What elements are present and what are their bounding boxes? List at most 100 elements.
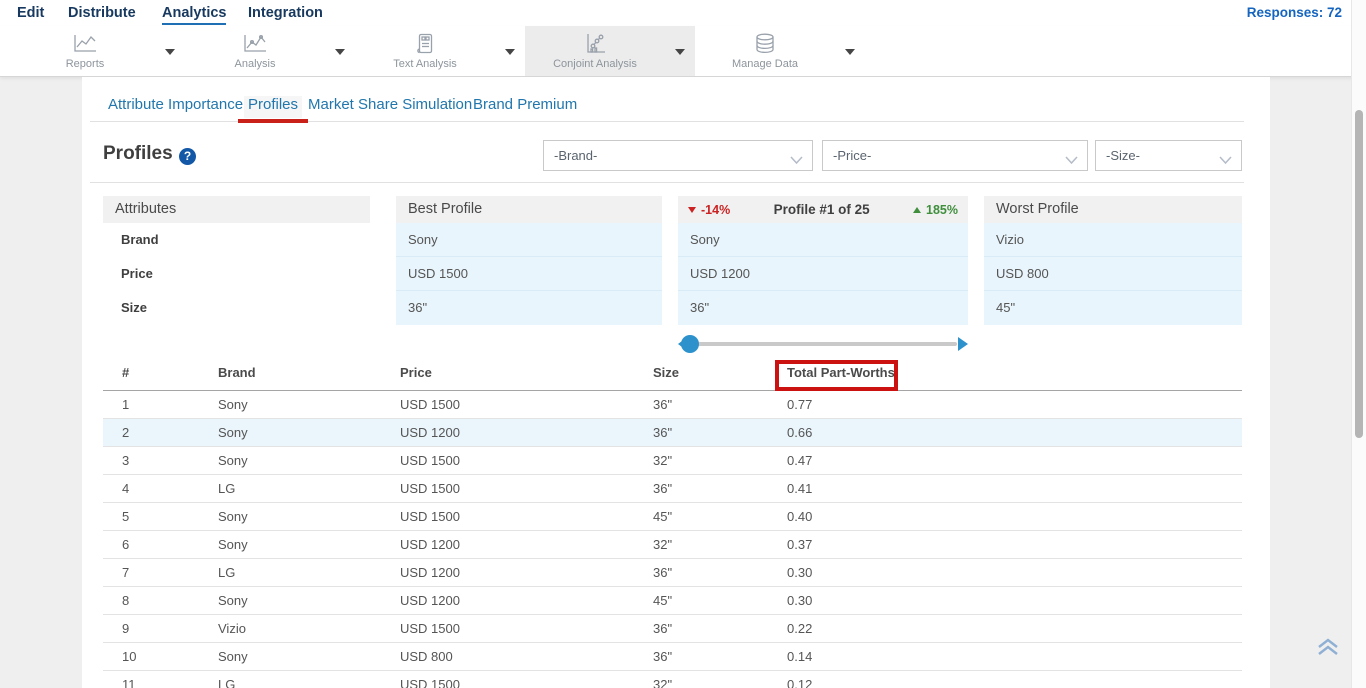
best-profile-card: Best Profile Sony USD 1500 36" — [396, 196, 662, 325]
table-cell: 0.66 — [787, 419, 812, 446]
size-filter-dropdown[interactable]: -Size- — [1095, 140, 1242, 171]
table-cell: USD 1500 — [400, 615, 460, 642]
vertical-scrollbar-thumb[interactable] — [1355, 110, 1363, 438]
table-cell: 0.30 — [787, 587, 812, 614]
nav-item-edit[interactable]: Edit — [17, 5, 44, 21]
text-analysis-document-icon — [355, 33, 495, 60]
table-cell: Vizio — [218, 615, 246, 642]
brand-filter-value: -Brand- — [554, 141, 597, 170]
text-analysis-dropdown-caret-icon[interactable] — [505, 49, 515, 55]
profiles-table-body: 1SonyUSD 150036"0.772SonyUSD 120036"0.66… — [103, 391, 1242, 688]
toolbar-item-label: Analysis — [185, 58, 325, 70]
slider-handle[interactable] — [681, 335, 699, 353]
table-cell: 32" — [653, 531, 672, 558]
table-row[interactable]: 5SonyUSD 150045"0.40 — [103, 503, 1242, 531]
better-than-worst-badge: 185% — [913, 203, 958, 217]
chevron-down-icon — [1065, 152, 1078, 170]
worst-profile-card: Worst Profile Vizio USD 800 45" — [984, 196, 1242, 325]
table-row[interactable]: 4LGUSD 150036"0.41 — [103, 475, 1242, 503]
tab-market-share-simulation[interactable]: Market Share Simulation — [308, 96, 472, 118]
slider-track[interactable] — [686, 342, 957, 346]
table-row[interactable]: 10SonyUSD 80036"0.14 — [103, 643, 1242, 671]
toolbar-item-analysis[interactable]: Analysis — [185, 26, 355, 76]
database-icon — [695, 33, 835, 60]
reports-dropdown-caret-icon[interactable] — [165, 49, 175, 55]
worst-profile-size: 45" — [984, 291, 1242, 325]
scroll-to-top-button[interactable] — [1316, 637, 1342, 663]
main-nav: Edit Distribute Analytics Integration Re… — [0, 0, 1366, 26]
tab-profiles[interactable]: Profiles — [244, 96, 302, 118]
price-filter-dropdown[interactable]: -Price- — [822, 140, 1088, 171]
double-chevron-up-icon — [1316, 637, 1340, 659]
chevron-down-icon — [1219, 152, 1232, 170]
table-cell: 36" — [653, 419, 672, 446]
table-row[interactable]: 1SonyUSD 150036"0.77 — [103, 391, 1242, 419]
help-icon[interactable]: ? — [179, 148, 196, 165]
analytics-toolbar: Reports Analysis Text — [0, 26, 1366, 77]
worse-than-best-badge: -14% — [688, 203, 730, 217]
toolbar-item-manage-data[interactable]: Manage Data — [695, 26, 865, 76]
responses-count[interactable]: Responses: 72 — [1247, 5, 1342, 20]
nav-item-analytics[interactable]: Analytics — [162, 5, 226, 25]
table-row[interactable]: 7LGUSD 120036"0.30 — [103, 559, 1242, 587]
table-row[interactable]: 2SonyUSD 120036"0.66 — [103, 419, 1242, 447]
toolbar-item-reports[interactable]: Reports — [15, 26, 185, 76]
table-cell: USD 1500 — [400, 671, 460, 688]
toolbar-item-text-analysis[interactable]: Text Analysis — [355, 26, 525, 76]
conjoint-dropdown-caret-icon[interactable] — [675, 49, 685, 55]
profile-slider[interactable] — [678, 334, 968, 354]
table-cell: 0.37 — [787, 531, 812, 558]
table-cell: 1 — [122, 391, 129, 418]
table-row[interactable]: 6SonyUSD 120032"0.37 — [103, 531, 1242, 559]
vertical-scrollbar-track[interactable] — [1351, 0, 1366, 688]
table-cell: 45" — [653, 503, 672, 530]
nav-item-integration[interactable]: Integration — [248, 5, 323, 21]
attribute-label-price: Price — [103, 257, 370, 291]
table-cell: 32" — [653, 447, 672, 474]
nav-item-distribute[interactable]: Distribute — [68, 5, 136, 21]
manage-data-dropdown-caret-icon[interactable] — [845, 49, 855, 55]
table-row[interactable]: 8SonyUSD 120045"0.30 — [103, 587, 1242, 615]
table-cell: 32" — [653, 671, 672, 688]
analysis-dropdown-caret-icon[interactable] — [335, 49, 345, 55]
column-header-price: Price — [400, 355, 432, 391]
toolbar-item-label: Manage Data — [695, 58, 835, 70]
slider-right-arrow-icon[interactable] — [958, 337, 968, 351]
table-cell: 0.22 — [787, 615, 812, 642]
reports-line-chart-icon — [15, 33, 155, 60]
table-cell: USD 1200 — [400, 587, 460, 614]
table-cell: Sony — [218, 391, 248, 418]
table-cell: Sony — [218, 531, 248, 558]
page-title: Profiles — [103, 143, 173, 165]
analysis-line-chart-icon — [185, 33, 325, 60]
table-cell: 4 — [122, 475, 129, 502]
table-row[interactable]: 3SonyUSD 150032"0.47 — [103, 447, 1242, 475]
table-cell: 10 — [122, 643, 136, 670]
table-cell: 36" — [653, 391, 672, 418]
column-header-brand: Brand — [218, 355, 256, 391]
top-bar: Edit Distribute Analytics Integration Re… — [0, 0, 1366, 77]
brand-filter-dropdown[interactable]: -Brand- — [543, 140, 813, 171]
table-cell: 8 — [122, 587, 129, 614]
current-profile-price: USD 1200 — [678, 257, 968, 291]
table-cell: 5 — [122, 503, 129, 530]
column-header-size: Size — [653, 355, 679, 391]
table-cell: USD 800 — [400, 643, 453, 670]
toolbar-item-label: Reports — [15, 58, 155, 70]
table-cell: USD 1200 — [400, 531, 460, 558]
column-header-number: # — [122, 355, 129, 391]
tab-brand-premium[interactable]: Brand Premium — [473, 96, 577, 118]
table-cell: USD 1500 — [400, 475, 460, 502]
best-profile-size: 36" — [396, 291, 662, 325]
table-row[interactable]: 11LGUSD 150032"0.12 — [103, 671, 1242, 688]
tab-attribute-importance[interactable]: Attribute Importance — [108, 96, 243, 118]
table-cell: 0.14 — [787, 643, 812, 670]
table-cell: 36" — [653, 559, 672, 586]
toolbar-item-conjoint-analysis[interactable]: Conjoint Analysis — [525, 26, 695, 76]
table-cell: USD 1500 — [400, 391, 460, 418]
chevron-down-icon — [790, 152, 803, 170]
table-cell: 0.41 — [787, 475, 812, 502]
table-row[interactable]: 9VizioUSD 150036"0.22 — [103, 615, 1242, 643]
attribute-label-brand: Brand — [103, 223, 370, 257]
table-cell: 36" — [653, 475, 672, 502]
